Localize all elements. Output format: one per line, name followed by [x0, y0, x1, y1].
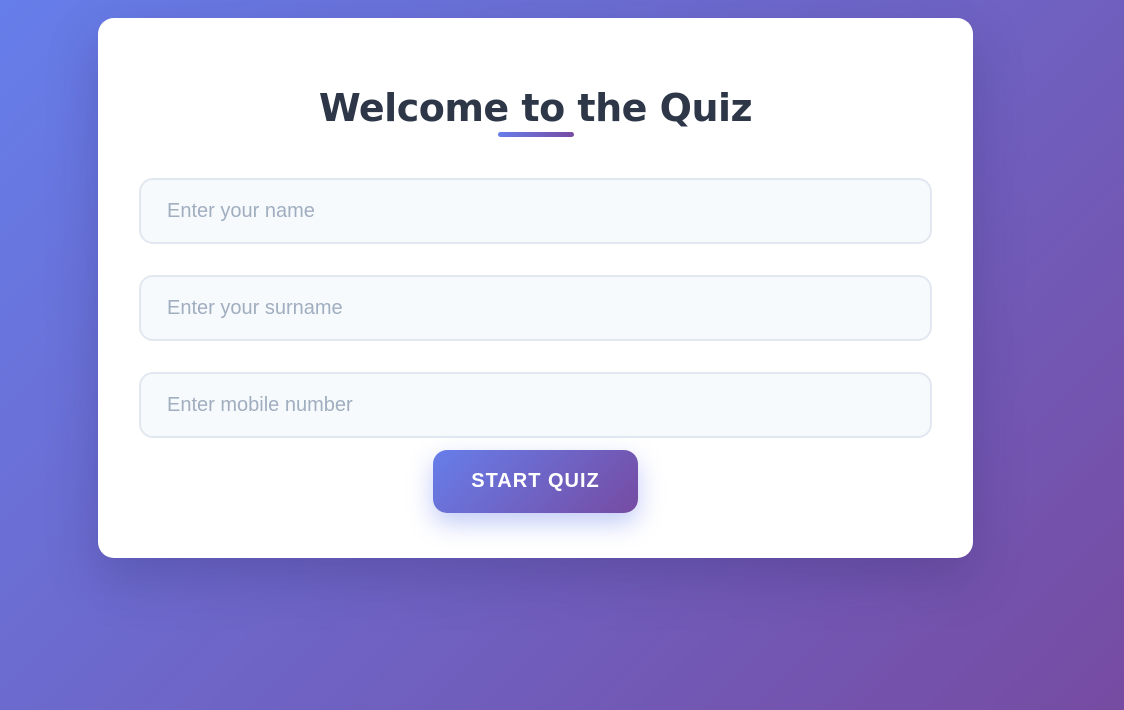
surname-input[interactable]: [139, 275, 932, 341]
start-quiz-button[interactable]: START QUIZ: [433, 450, 638, 513]
mobile-number-input[interactable]: [139, 372, 932, 438]
title-underline: [498, 132, 574, 137]
name-input[interactable]: [139, 178, 932, 244]
quiz-welcome-card: Welcome to the Quiz START QUIZ: [98, 18, 973, 558]
page-title: Welcome to the Quiz: [318, 86, 753, 130]
